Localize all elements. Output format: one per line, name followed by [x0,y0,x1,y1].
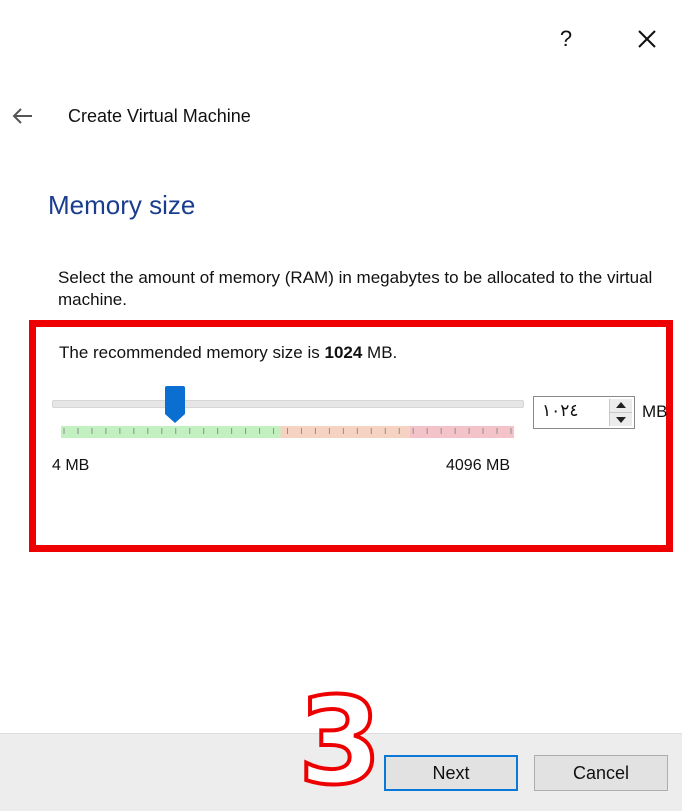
spin-down-button[interactable] [610,413,632,426]
recommendation-text: The recommended memory size is 1024 MB. [59,343,397,363]
close-button[interactable] [630,22,664,56]
page-title: Memory size [48,190,196,220]
memory-slider-handle[interactable] [164,386,186,424]
recommended-value: 1024 [324,343,363,362]
step-number-text: 3 [303,683,377,795]
back-button[interactable] [10,104,36,128]
window-title: Create Virtual Machine [68,106,251,126]
memory-slider-ticks [63,428,512,434]
memory-size-input[interactable]: ١٠٢٤ [542,401,579,421]
next-button[interactable]: Next [384,755,518,791]
slider-handle-icon [165,386,185,423]
recommendation-prefix: The recommended memory size is [59,343,325,362]
help-button[interactable]: ? [556,25,576,53]
page-description: Select the amount of memory (RAM) in meg… [58,268,653,309]
memory-slider-track[interactable] [52,400,524,408]
memory-size-spinbox[interactable]: ١٠٢٤ [533,396,635,429]
close-icon [638,30,656,48]
spin-up-button[interactable] [610,399,632,413]
memory-unit-label: MB [642,402,668,421]
spinbox-buttons [609,399,632,426]
step-number-annotation: 3 [303,683,377,795]
back-arrow-icon [12,108,32,124]
slider-max-label: 4096 MB [446,457,511,474]
recommendation-suffix: MB. [362,343,398,362]
cancel-button[interactable]: Cancel [534,755,668,791]
slider-min-label: 4 MB [52,457,90,474]
